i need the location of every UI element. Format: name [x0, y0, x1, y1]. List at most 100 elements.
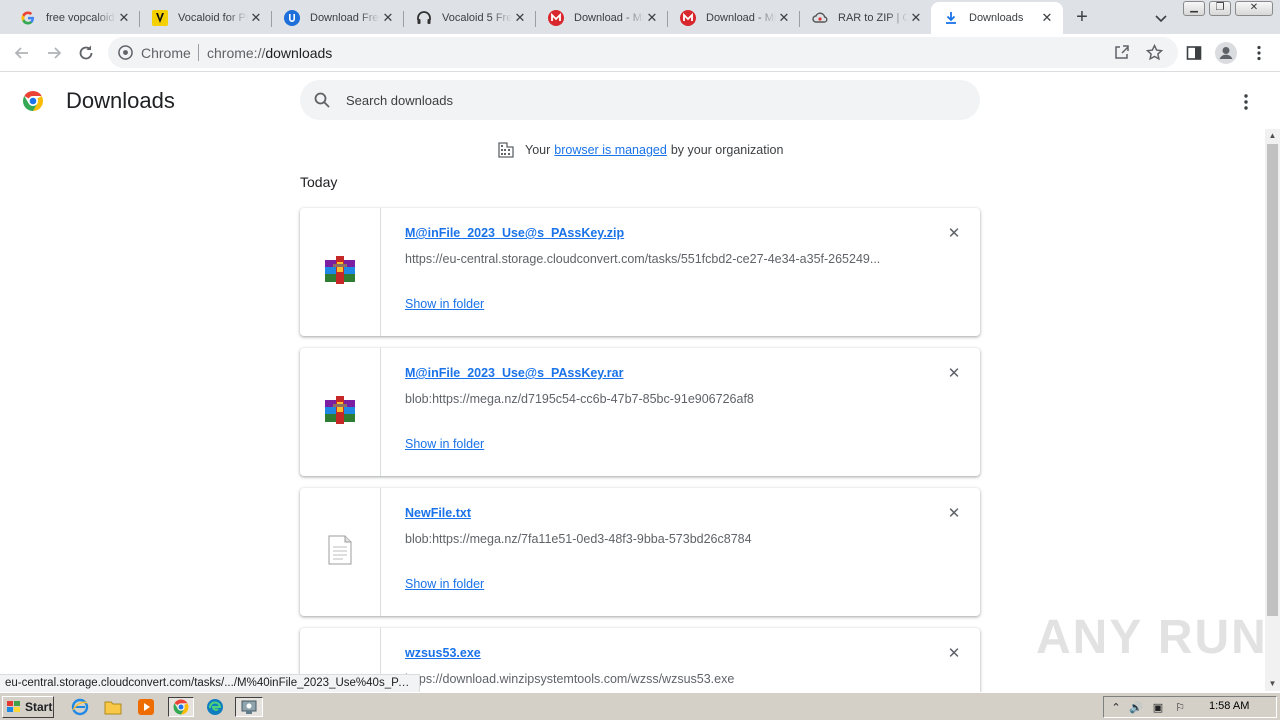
- action-center-flag-icon[interactable]: ⚐: [1172, 700, 1188, 716]
- close-window-button[interactable]: ✕: [1235, 1, 1273, 16]
- media-player-icon[interactable]: [135, 697, 157, 717]
- mega-icon: [680, 10, 696, 26]
- tab-close-icon[interactable]: ✕: [116, 10, 132, 26]
- tab-strip: free vopcaloid ✕ Vocaloid for PC ✕ Downl…: [0, 0, 1280, 34]
- new-tab-button[interactable]: +: [1072, 7, 1092, 28]
- google-icon: [20, 10, 36, 26]
- windows-flag-icon: [6, 700, 22, 714]
- back-button[interactable]: [12, 43, 32, 63]
- download-item: NewFile.txt blob:https://mega.nz/7fa11e5…: [300, 488, 980, 616]
- download-filename-link[interactable]: M@inFile_2023_Use@s_PAssKey.rar: [405, 366, 623, 380]
- url-host: downloads: [265, 45, 333, 61]
- managed-link[interactable]: browser is managed: [554, 143, 667, 157]
- search-icon: [314, 92, 330, 108]
- tab-1[interactable]: Vocaloid for PC ✕: [140, 2, 272, 34]
- tab-title: Downloads: [969, 12, 1024, 24]
- download-filename-link[interactable]: wzsus53.exe: [405, 646, 481, 660]
- show-in-folder-link[interactable]: Show in folder: [405, 577, 484, 591]
- date-section-label: Today: [300, 174, 338, 190]
- managed-notice: Your browser is managed by your organiza…: [497, 141, 783, 159]
- remove-download-icon[interactable]: ✕: [946, 366, 962, 382]
- edge-icon[interactable]: [204, 697, 226, 717]
- tab-4[interactable]: Download - MEGA ✕: [536, 2, 668, 34]
- scroll-down-arrow-icon[interactable]: ▼: [1265, 677, 1280, 691]
- network-icon[interactable]: ▣: [1150, 700, 1166, 716]
- tab-3[interactable]: Vocaloid 5 Free ✕: [404, 2, 536, 34]
- volume-icon[interactable]: 🔊: [1128, 700, 1144, 716]
- minimize-button[interactable]: ▁: [1183, 1, 1205, 16]
- restore-button[interactable]: ❐: [1209, 1, 1231, 16]
- scroll-up-arrow-icon[interactable]: ▲: [1265, 129, 1280, 143]
- share-icon[interactable]: [1112, 42, 1132, 62]
- forward-button[interactable]: [44, 43, 64, 63]
- reload-button[interactable]: [76, 43, 96, 63]
- search-input[interactable]: [346, 80, 946, 120]
- tab-close-icon[interactable]: ✕: [512, 10, 528, 26]
- remove-download-icon[interactable]: ✕: [946, 226, 962, 242]
- tab-6[interactable]: RAR to ZIP | C ✕: [800, 2, 932, 34]
- side-panel-icon[interactable]: [1184, 43, 1204, 63]
- tab-close-icon[interactable]: ✕: [644, 10, 660, 26]
- tab-title: Vocaloid 5 Free: [442, 12, 512, 24]
- managed-suffix: by your organization: [670, 143, 784, 157]
- tab-2[interactable]: Download Free ✕: [272, 2, 404, 34]
- tab-close-icon[interactable]: ✕: [380, 10, 396, 26]
- file-icon-column: [300, 208, 381, 336]
- download-icon: [943, 10, 959, 26]
- remove-download-icon[interactable]: ✕: [946, 506, 962, 522]
- address-bar[interactable]: Chrome chrome://downloads: [108, 37, 1178, 68]
- tab-title: Download Free: [310, 12, 380, 24]
- download-filename-link[interactable]: M@inFile_2023_Use@s_PAssKey.zip: [405, 226, 624, 240]
- tab-close-icon[interactable]: ✕: [248, 10, 264, 26]
- system-tool-icon[interactable]: [235, 697, 263, 717]
- building-icon: [497, 141, 515, 159]
- remove-download-icon[interactable]: ✕: [946, 646, 962, 662]
- download-source-url: blob:https://mega.nz/7fa11e51-0ed3-48f3-…: [405, 532, 752, 546]
- url-text: chrome://downloads: [207, 45, 332, 61]
- downloads-header: Downloads: [0, 72, 1280, 128]
- tab-title: Vocaloid for PC: [178, 12, 248, 24]
- page-title: Downloads: [66, 88, 175, 113]
- more-actions-icon[interactable]: [1236, 92, 1256, 112]
- show-in-folder-link[interactable]: Show in folder: [405, 437, 484, 451]
- file-icon-column: [300, 488, 381, 616]
- download-source-url: https://eu-central.storage.cloudconvert.…: [405, 252, 881, 266]
- bookmark-star-icon[interactable]: [1144, 42, 1164, 62]
- windows-taskbar: Start ⌃ 🔊 ▣ ⚐ 1:58 AM: [0, 692, 1280, 720]
- tab-search-icon[interactable]: [1152, 9, 1170, 27]
- managed-prefix: Your: [525, 143, 551, 157]
- tray-expand-icon[interactable]: ⌃: [1108, 700, 1124, 716]
- chrome-menu-icon[interactable]: [1249, 43, 1269, 63]
- download-source-url: https://download.winzipsystemtools.com/w…: [405, 672, 735, 686]
- start-button[interactable]: Start: [2, 696, 54, 718]
- system-tray: ⌃ 🔊 ▣ ⚐ 1:58 AM: [1103, 696, 1277, 718]
- chrome-taskbar-icon[interactable]: [168, 697, 194, 717]
- tab-0[interactable]: free vopcaloid ✕: [8, 2, 140, 34]
- tab-5[interactable]: Download - MEGA ✕: [668, 2, 800, 34]
- text-file-icon: [327, 535, 353, 570]
- chrome-site-icon: [118, 45, 133, 60]
- tab-close-icon[interactable]: ✕: [1039, 10, 1055, 26]
- url-scheme: chrome://: [207, 45, 266, 61]
- tab-title: free vopcaloid: [46, 12, 115, 24]
- tab-downloads[interactable]: Downloads ✕: [931, 2, 1063, 34]
- clock[interactable]: 1:58 AM: [1209, 700, 1249, 712]
- search-box[interactable]: [300, 80, 980, 120]
- page-scrollbar[interactable]: ▲ ▼: [1265, 129, 1280, 691]
- explorer-folder-icon[interactable]: [102, 697, 124, 717]
- scroll-thumb[interactable]: [1267, 144, 1278, 616]
- tab-title: Download - MEGA: [706, 12, 776, 24]
- tab-close-icon[interactable]: ✕: [776, 10, 792, 26]
- tab-close-icon[interactable]: ✕: [908, 10, 924, 26]
- start-label: Start: [25, 700, 53, 714]
- winrar-archive-icon: [323, 254, 357, 291]
- ie-icon[interactable]: [69, 697, 91, 717]
- mega-icon: [548, 10, 564, 26]
- site-chip: Chrome: [141, 45, 191, 61]
- link-status-bubble: eu-central.storage.cloudconvert.com/task…: [0, 674, 420, 692]
- download-item: M@inFile_2023_Use@s_PAssKey.rar blob:htt…: [300, 348, 980, 476]
- download-filename-link[interactable]: NewFile.txt: [405, 506, 471, 520]
- profile-avatar[interactable]: [1214, 41, 1238, 65]
- show-in-folder-link[interactable]: Show in folder: [405, 297, 484, 311]
- download-source-url: blob:https://mega.nz/d7195c54-cc6b-47b7-…: [405, 392, 754, 406]
